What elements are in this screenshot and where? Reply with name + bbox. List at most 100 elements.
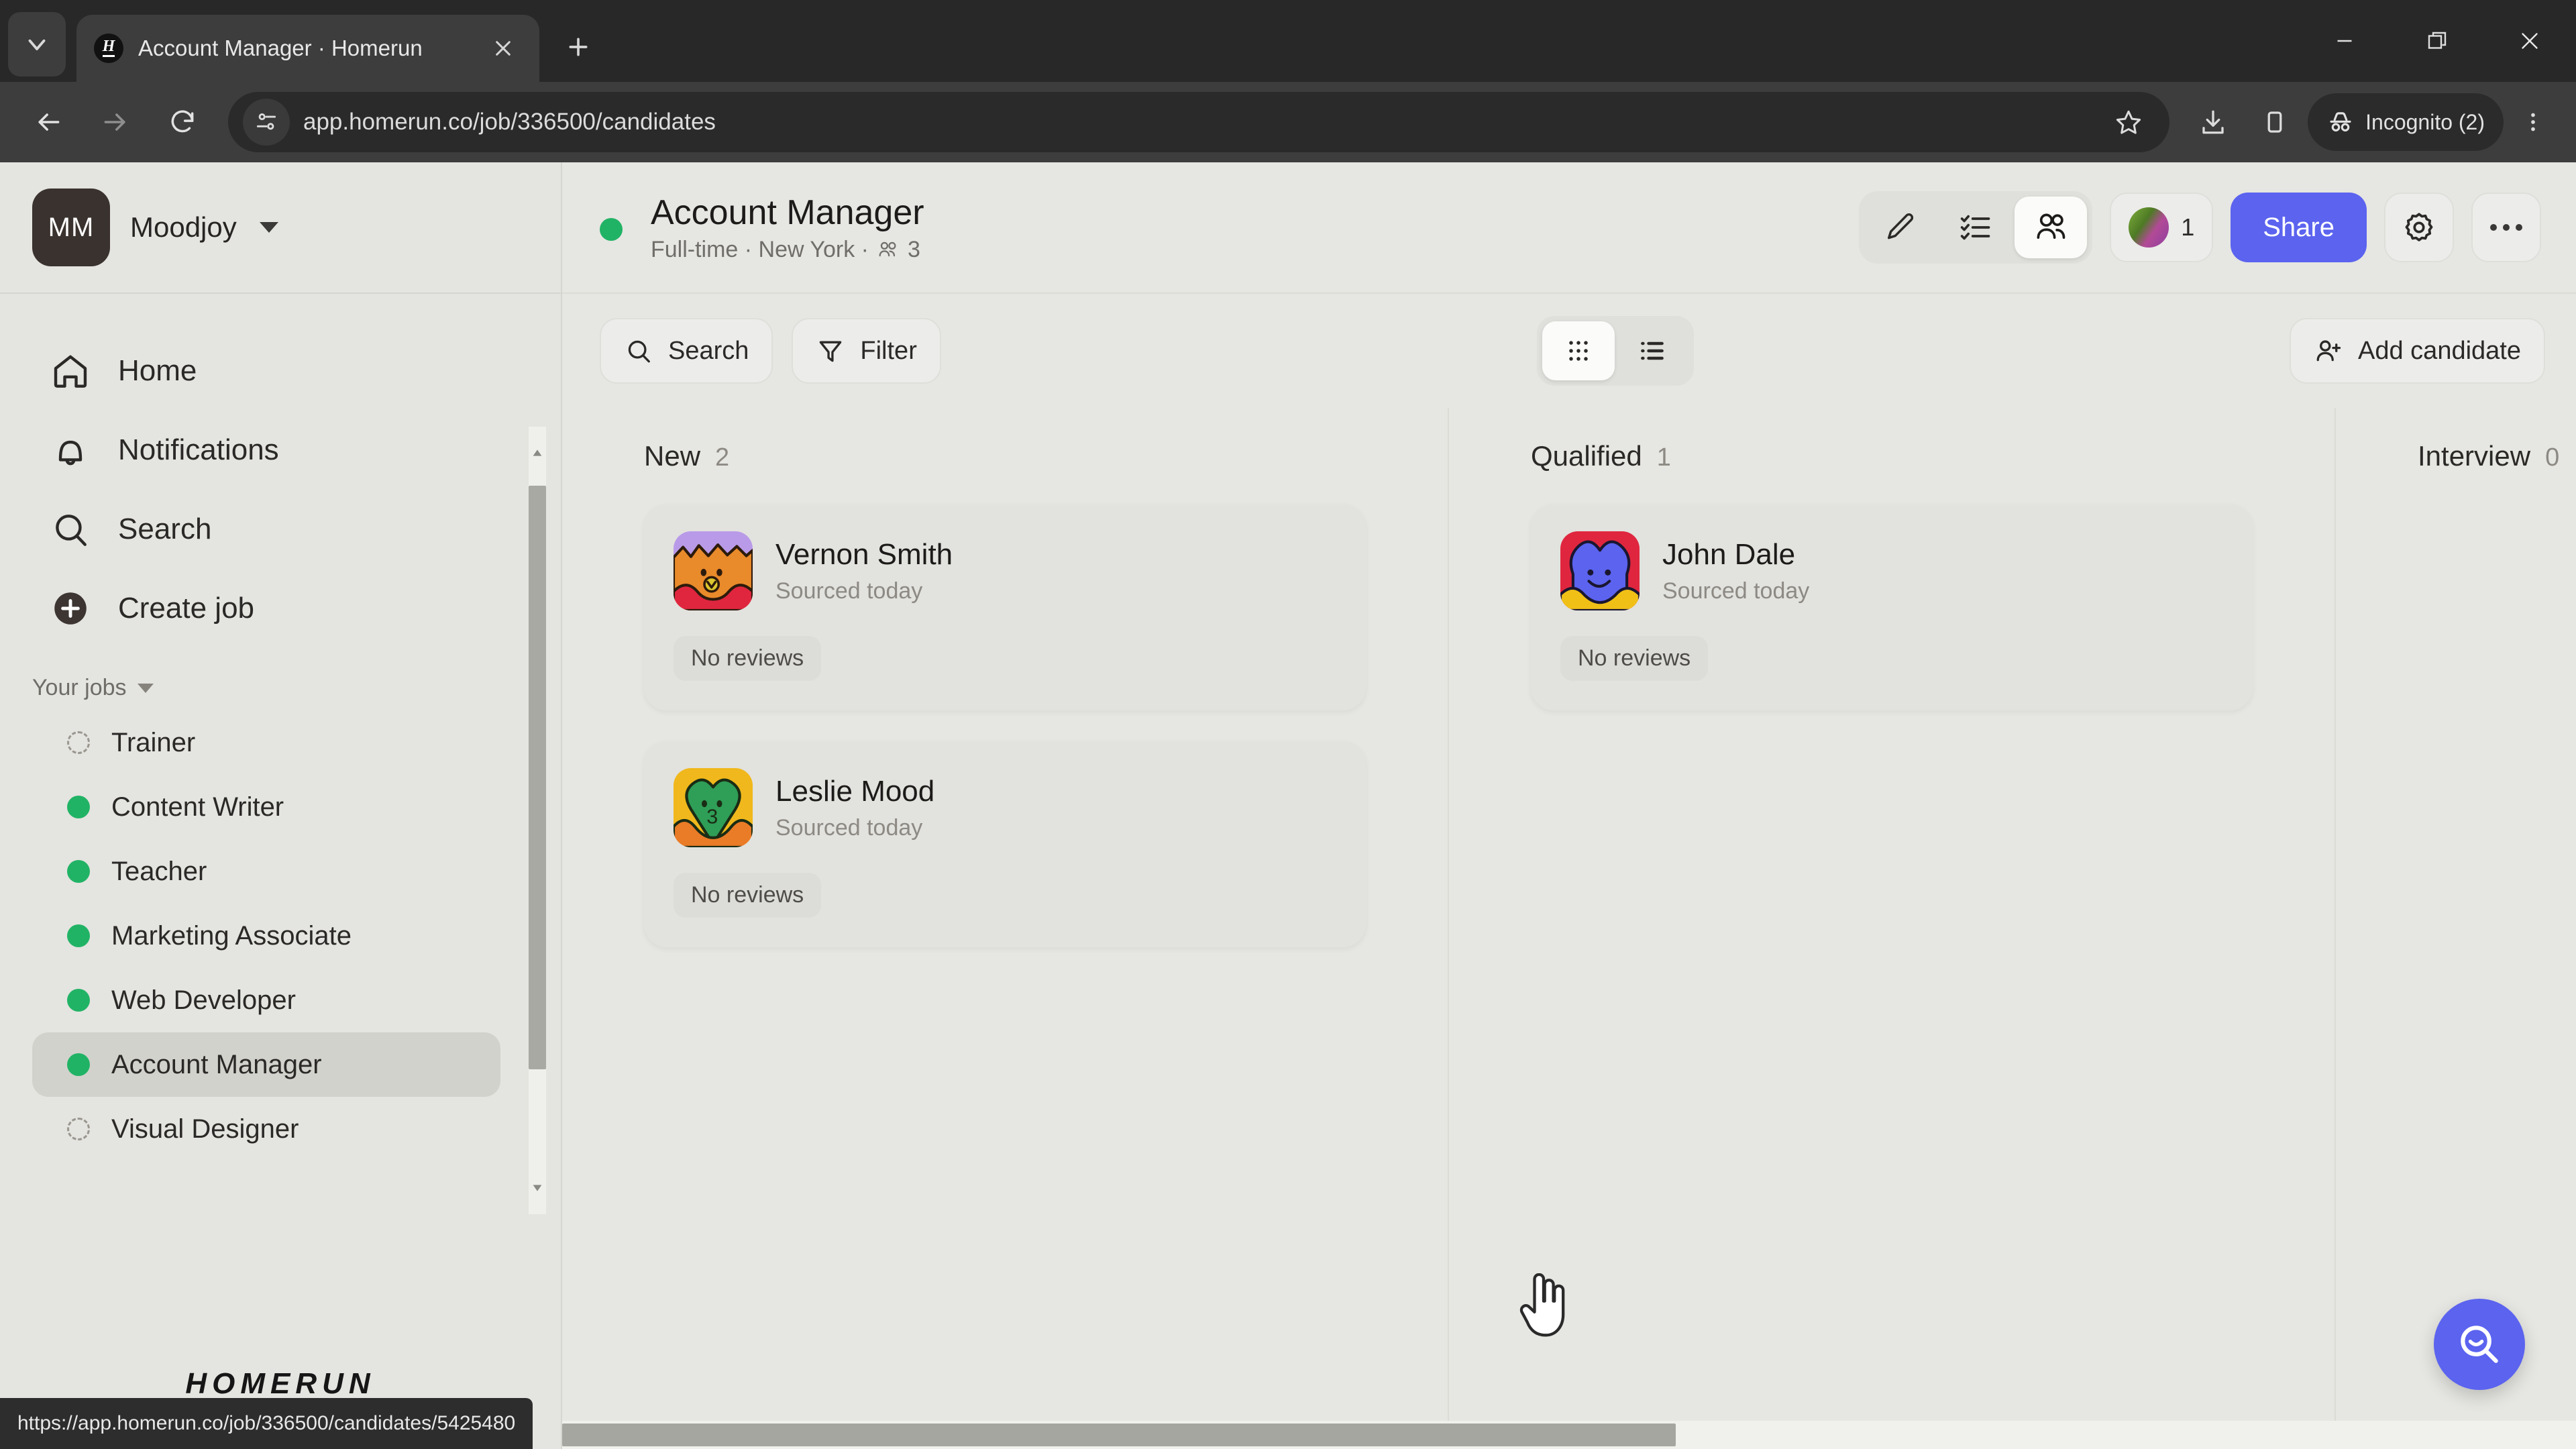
scroll-down-button[interactable]	[529, 1178, 546, 1198]
reload-button[interactable]	[152, 91, 213, 153]
grid-view-button[interactable]	[1542, 321, 1615, 380]
page-viewport: MM Moodjoy Home Notifications Search Cre…	[0, 162, 2576, 1449]
sidebar-item-label: Home	[118, 354, 197, 387]
status-badge: No reviews	[1560, 636, 1709, 681]
sidebar-job-teacher[interactable]: Teacher	[32, 839, 500, 904]
sidebar-job-label: Marketing Associate	[111, 920, 352, 951]
column-count: 0	[2545, 443, 2560, 472]
close-tab-button[interactable]	[484, 30, 522, 67]
search-icon	[48, 507, 93, 551]
maximize-window-button[interactable]	[2391, 0, 2483, 82]
tab-checklist[interactable]	[1939, 197, 2012, 258]
candidate-text: John Dale Sourced today	[1662, 538, 1809, 604]
search-button-label: Search	[668, 336, 749, 365]
tab-title: Account Manager · Homerun	[138, 36, 423, 60]
sidebar-item-create-job[interactable]: Create job	[0, 569, 507, 648]
sidebar-job-label: Teacher	[111, 856, 207, 886]
sidebar-item-label: Create job	[118, 592, 255, 625]
column-header: New 2	[562, 440, 1448, 472]
candidate-card[interactable]: 3 Leslie Mood Sourced today No reviews	[644, 741, 1366, 947]
close-window-icon	[2522, 33, 2538, 49]
help-search-fab-button[interactable]	[2434, 1299, 2525, 1390]
candidate-name: John Dale	[1662, 537, 1796, 571]
john-avatar-illustration	[1560, 531, 1640, 610]
board-horizontal-scrollbar[interactable]	[562, 1421, 2576, 1449]
scrollbar-thumb[interactable]	[529, 486, 546, 1069]
board-column-qualified: Qualified 1 John Dale Sourced today No r…	[1449, 408, 2336, 1449]
sidebar-job-marketing-associate[interactable]: Marketing Associate	[32, 904, 500, 968]
tab-edit-job[interactable]	[1864, 197, 1937, 258]
tab-search-button[interactable]	[8, 12, 66, 76]
status-dot-draft-icon	[67, 1118, 90, 1140]
sidebar-scrollbar[interactable]	[529, 427, 546, 1214]
side-panel-button[interactable]	[2246, 93, 2304, 151]
browser-window: H Account Manager · Homerun app.homerun.…	[0, 0, 2576, 1449]
sidebar-job-trainer[interactable]: Trainer	[32, 710, 500, 775]
board-column-new: New 2 Vernon Smith Sourced today No revi…	[562, 408, 1449, 1449]
sidebar-item-home[interactable]: Home	[0, 331, 507, 411]
filter-icon	[820, 341, 842, 362]
sidebar-item-notifications[interactable]: Notifications	[0, 411, 507, 490]
candidate-card[interactable]: Vernon Smith Sourced today No reviews	[644, 504, 1366, 710]
job-more-button[interactable]	[2471, 193, 2541, 262]
board-toolbar: Search Filter Add candidate	[562, 294, 2576, 408]
scroll-up-button[interactable]	[529, 443, 546, 463]
column-count: 2	[715, 443, 730, 472]
new-tab-button[interactable]	[551, 20, 605, 74]
add-candidate-button[interactable]: Add candidate	[2290, 318, 2545, 384]
browser-tabstrip: H Account Manager · Homerun	[0, 0, 2576, 82]
incognito-label: Incognito (2)	[2365, 109, 2485, 134]
close-window-button[interactable]	[2483, 0, 2576, 82]
site-settings-button[interactable]	[243, 99, 290, 146]
filter-button[interactable]: Filter	[792, 318, 941, 384]
view-toggle-wrapper	[960, 316, 2271, 386]
chevron-down-icon	[137, 683, 154, 693]
minimize-window-button[interactable]	[2298, 0, 2391, 82]
sidebar-job-content-writer[interactable]: Content Writer	[32, 775, 500, 839]
sidebar-scroll-area: Home Notifications Search Create job You…	[0, 294, 561, 1328]
back-button[interactable]	[17, 91, 79, 153]
incognito-profile-button[interactable]: Incognito (2)	[2308, 93, 2504, 151]
pencil-icon	[1888, 213, 1914, 239]
browser-menu-button[interactable]	[2508, 93, 2559, 151]
sidebar-job-account-manager[interactable]: Account Manager	[32, 1032, 500, 1097]
sidebar-item-label: Notifications	[118, 433, 279, 466]
bookmark-button[interactable]	[2102, 96, 2155, 148]
sidebar-job-web-developer[interactable]: Web Developer	[32, 968, 500, 1032]
job-view-tabs	[1859, 191, 2093, 264]
job-status-dot-icon	[600, 218, 623, 241]
status-dot-live-icon	[67, 860, 90, 883]
list-view-button[interactable]	[1616, 321, 1688, 380]
search-button[interactable]: Search	[600, 318, 773, 384]
toolbar-right-actions: Incognito (2)	[2184, 93, 2559, 151]
column-cards: Vernon Smith Sourced today No reviews 3 …	[562, 504, 1448, 947]
downloads-button[interactable]	[2184, 93, 2242, 151]
grid-icon	[1569, 341, 1588, 361]
sidebar-job-visual-designer[interactable]: Visual Designer	[32, 1097, 500, 1161]
star-icon	[2116, 110, 2141, 134]
forward-button[interactable]	[85, 91, 146, 153]
caret-up-icon	[533, 449, 542, 456]
collaborators-button[interactable]: 1	[2110, 193, 2214, 262]
scrollbar-thumb[interactable]	[562, 1424, 1676, 1446]
sidebar-item-search[interactable]: Search	[0, 490, 507, 569]
candidate-card[interactable]: John Dale Sourced today No reviews	[1531, 504, 2253, 710]
bell-icon	[48, 428, 93, 472]
browser-status-bar: https://app.homerun.co/job/336500/candid…	[0, 1398, 533, 1449]
search-icon	[628, 340, 650, 363]
job-settings-button[interactable]	[2384, 193, 2454, 262]
window-controls	[2298, 0, 2576, 82]
tab-candidates[interactable]	[2015, 197, 2088, 258]
org-switcher[interactable]: MM Moodjoy	[0, 162, 561, 294]
sidebar-job-label: Trainer	[111, 727, 196, 757]
browser-tab-active[interactable]: H Account Manager · Homerun	[76, 15, 539, 82]
column-cards: John Dale Sourced today No reviews	[1449, 504, 2334, 710]
share-button[interactable]: Share	[2231, 193, 2367, 262]
site-settings-icon	[256, 113, 276, 130]
address-bar[interactable]: app.homerun.co/job/336500/candidates	[228, 92, 2170, 152]
your-jobs-section-header[interactable]: Your jobs	[0, 675, 561, 701]
main-content: Account Manager Full-time · New York · 3	[562, 162, 2576, 1449]
status-dot-live-icon	[67, 1053, 90, 1076]
forward-arrow-icon	[104, 113, 125, 131]
candidate-text: Leslie Mood Sourced today	[775, 775, 934, 841]
